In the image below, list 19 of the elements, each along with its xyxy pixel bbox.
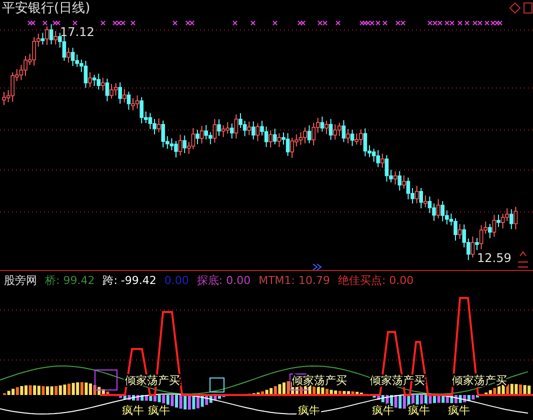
indicator-readout: 桥: 99.42 [45, 273, 95, 289]
low-price-label: 12.59 [477, 251, 512, 265]
high-price-label: 17.12 [60, 25, 94, 39]
signal-label: 疯牛 [148, 404, 170, 417]
indicator-readout: MTM1: 10.79 [258, 273, 330, 289]
arrow-icon [312, 264, 322, 270]
window-icon[interactable] [524, 2, 532, 14]
diamond-icon[interactable] [509, 2, 521, 14]
marker-icon [518, 251, 528, 268]
indicator-readout: 0.00 [164, 273, 189, 289]
indicator-name: 股旁网 [4, 273, 37, 289]
indicator-readout: 探底: 0.00 [196, 273, 251, 289]
chart-title: 平安银行(日线) [2, 1, 90, 17]
signal-label: 疯牛 [122, 404, 144, 417]
signal-label: 疯牛 [408, 404, 430, 417]
signal-label: 疯牛 [448, 404, 470, 417]
indicator-readout: 跨: -99.42 [102, 273, 156, 289]
indicator-readout: 绝佳买点: 0.00 [338, 273, 414, 289]
signal-label: 疯牛 [372, 404, 394, 417]
